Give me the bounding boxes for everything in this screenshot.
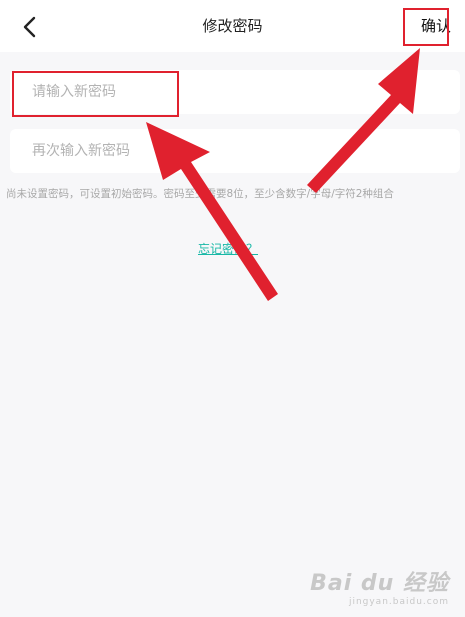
watermark-url: jingyan.baidu.com xyxy=(348,597,449,607)
watermark-logo: Bai du 经验 xyxy=(310,571,449,596)
watermark: Bai du 经验 jingyan.baidu.com xyxy=(310,565,449,607)
confirm-password-field[interactable] xyxy=(10,129,460,173)
confirm-password-input[interactable] xyxy=(10,129,460,173)
forgot-password-link[interactable]: 忘记密码？ xyxy=(198,240,258,257)
page-title: 修改密码 xyxy=(202,17,263,35)
top-bar: 修改密码 确认 xyxy=(0,0,465,52)
new-password-highlight-box xyxy=(12,71,179,117)
password-hint: 尚未设置密码，可设置初始密码。密码至少需要8位，至少含数字/字母/字符2种组合 xyxy=(6,188,394,200)
confirm-highlight-box xyxy=(403,8,449,46)
